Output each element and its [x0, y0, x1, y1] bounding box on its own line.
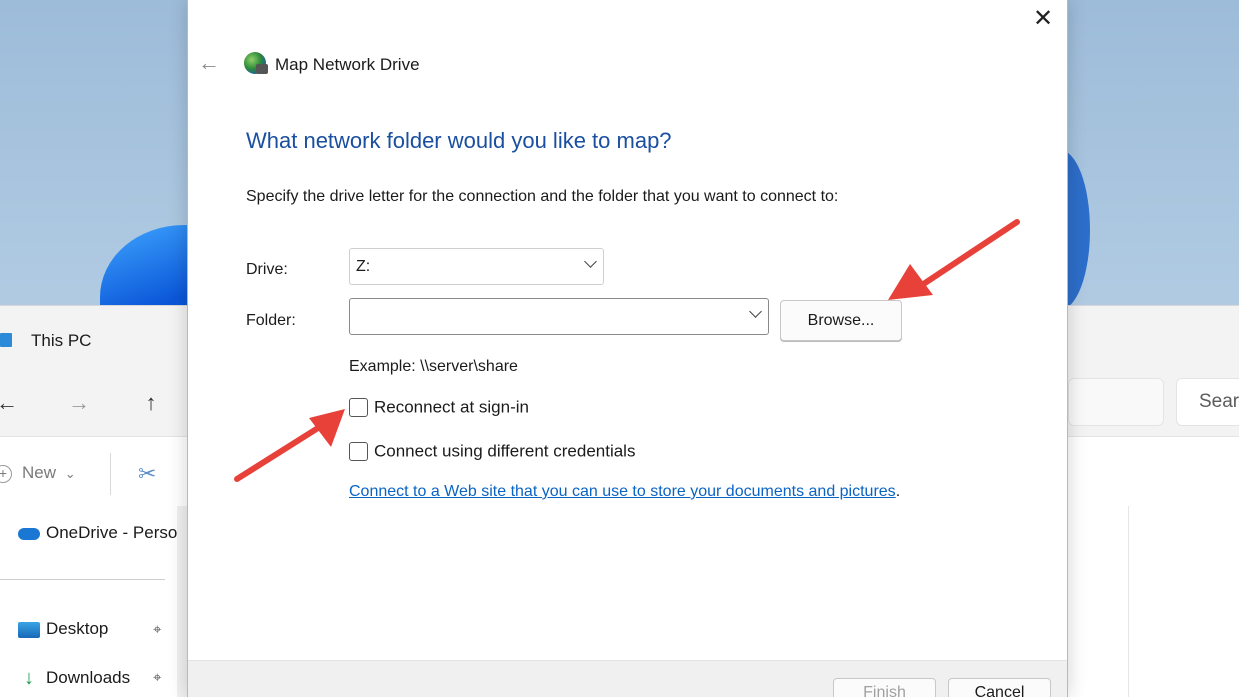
sidebar-item-onedrive[interactable]: OneDrive - Perso [18, 523, 178, 543]
close-icon[interactable]: ✕ [1028, 4, 1058, 34]
credentials-checkbox[interactable] [349, 442, 368, 462]
folder-label: Folder: [246, 312, 296, 329]
search-placeholder: Sear [1199, 391, 1239, 412]
onedrive-icon [18, 527, 40, 540]
reconnect-checkbox[interactable] [349, 398, 368, 418]
new-button-label: New [22, 463, 57, 482]
sidebar-item-desktop[interactable]: Desktop [18, 619, 108, 639]
pin-icon: ⌖ [153, 669, 162, 686]
credentials-label[interactable]: Connect using different credentials [374, 442, 635, 461]
chevron-down-icon: ⌄ [64, 466, 76, 481]
pc-icon [0, 333, 12, 347]
sidebar-item-label: Downloads [46, 667, 131, 687]
finish-button[interactable]: Finish [833, 678, 936, 697]
globe-network-icon [244, 52, 268, 74]
download-icon: ↓ [24, 667, 34, 689]
credentials-checkbox-row[interactable]: Connect using different credentials [349, 441, 635, 462]
sidebar-scrollbar[interactable] [177, 506, 187, 697]
sidebar-item-downloads[interactable]: ↓ Downloads [18, 667, 130, 690]
cut-icon[interactable]: ✂ [138, 461, 156, 487]
drive-select[interactable]: Z: [349, 248, 604, 285]
instructions-text: Specify the drive letter for the connect… [246, 188, 839, 205]
pane-divider [1128, 506, 1129, 697]
new-button[interactable]: + New ⌄ [0, 463, 76, 483]
desktop-icon [18, 621, 40, 638]
reconnect-checkbox-row[interactable]: Reconnect at sign-in [349, 397, 529, 418]
folder-combobox[interactable] [349, 298, 769, 335]
web-site-link[interactable]: Connect to a Web site that you can use t… [349, 483, 896, 500]
dialog-heading: What network folder would you like to ma… [246, 128, 672, 153]
chevron-down-icon [584, 255, 597, 268]
dialog-title: Map Network Drive [275, 55, 420, 74]
chevron-down-icon[interactable] [749, 305, 762, 318]
pin-icon: ⌖ [153, 621, 162, 638]
folder-input[interactable] [354, 303, 734, 330]
add-icon: + [0, 464, 12, 483]
reconnect-label[interactable]: Reconnect at sign-in [374, 398, 529, 417]
back-arrow-icon[interactable]: ← [0, 388, 22, 418]
back-arrow-icon[interactable]: ← [198, 50, 220, 76]
up-arrow-icon[interactable]: ↑ [136, 388, 166, 418]
sidebar-item-label: Desktop [46, 619, 109, 638]
sidebar-item-label: OneDrive - Perso [46, 523, 178, 542]
sidebar-divider [0, 579, 165, 580]
toolbar-separator [110, 453, 111, 495]
drive-value: Z: [356, 258, 371, 275]
address-bar[interactable] [1068, 378, 1164, 426]
example-text: Example: \\server\share [349, 358, 518, 375]
forward-arrow-icon[interactable]: → [64, 388, 94, 418]
explorer-title: This PC [31, 331, 92, 350]
map-network-drive-dialog: ✕ ← Map Network Drive What network folde… [187, 0, 1068, 697]
cancel-button[interactable]: Cancel [948, 678, 1051, 697]
drive-label: Drive: [246, 261, 288, 278]
web-site-link-row: Connect to a Web site that you can use t… [349, 483, 900, 501]
browse-button[interactable]: Browse... [780, 300, 902, 341]
search-input[interactable]: Sear [1176, 378, 1239, 426]
link-suffix: . [895, 483, 901, 500]
dialog-footer: Finish Cancel [188, 660, 1067, 697]
